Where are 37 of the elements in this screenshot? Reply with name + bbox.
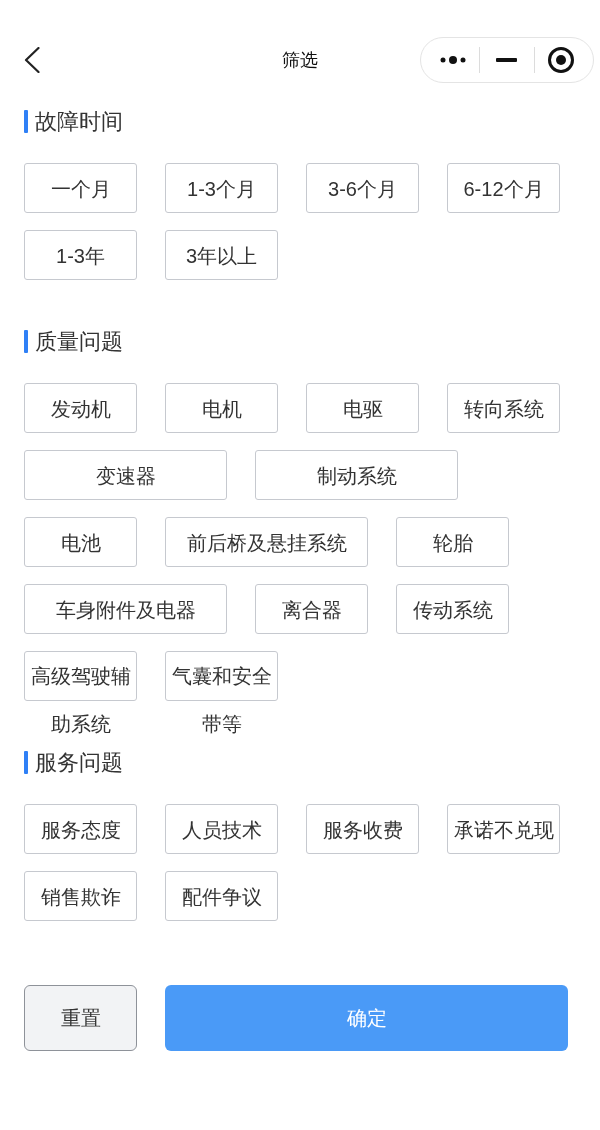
option-chip[interactable]: 电机 [165,383,278,433]
option-chip[interactable]: 6-12个月 [447,163,560,213]
marker-bar-icon [24,110,28,133]
option-chip[interactable]: 车身附件及电器 [24,584,227,634]
option-chip[interactable]: 服务收费 [306,804,419,854]
option-chip[interactable]: 离合器 [255,584,368,634]
marker-bar-icon [24,751,28,774]
option-chip[interactable]: 电驱 [306,383,419,433]
option-chip[interactable]: 传动系统 [396,584,509,634]
chevron-left-icon[interactable] [24,47,40,73]
option-chip[interactable]: 气囊和安全带等 [165,651,278,748]
dots-icon[interactable] [440,56,466,64]
section-title: 服务问题 [35,751,123,774]
reset-button[interactable]: 重置 [24,985,137,1051]
option-chip[interactable]: 发动机 [24,383,137,433]
option-chip[interactable]: 轮胎 [396,517,509,567]
circle-dot-icon[interactable] [548,47,574,73]
option-chip[interactable]: 1-3个月 [165,163,278,213]
page-title: 筛选 [282,49,318,72]
option-chip[interactable]: 销售欺诈 [24,871,137,921]
option-chip[interactable]: 3-6个月 [306,163,419,213]
option-chip[interactable]: 配件争议 [165,871,278,921]
option-chip[interactable]: 1-3年 [24,230,137,280]
section-title: 质量问题 [35,330,123,353]
option-chip[interactable]: 制动系统 [255,450,458,500]
option-chip[interactable]: 人员技术 [165,804,278,854]
option-chip[interactable]: 变速器 [24,450,227,500]
option-chip[interactable]: 前后桥及悬挂系统 [165,517,368,567]
option-chip[interactable]: 3年以上 [165,230,278,280]
option-chip[interactable]: 一个月 [24,163,137,213]
option-chip[interactable]: 电池 [24,517,137,567]
marker-bar-icon [24,330,28,353]
option-chip[interactable]: 服务态度 [24,804,137,854]
option-chip[interactable]: 高级驾驶辅助系统 [24,651,137,748]
option-chip[interactable]: 转向系统 [447,383,560,433]
section-title: 故障时间 [35,110,123,133]
option-chip[interactable]: 承诺不兑现 [447,804,560,854]
